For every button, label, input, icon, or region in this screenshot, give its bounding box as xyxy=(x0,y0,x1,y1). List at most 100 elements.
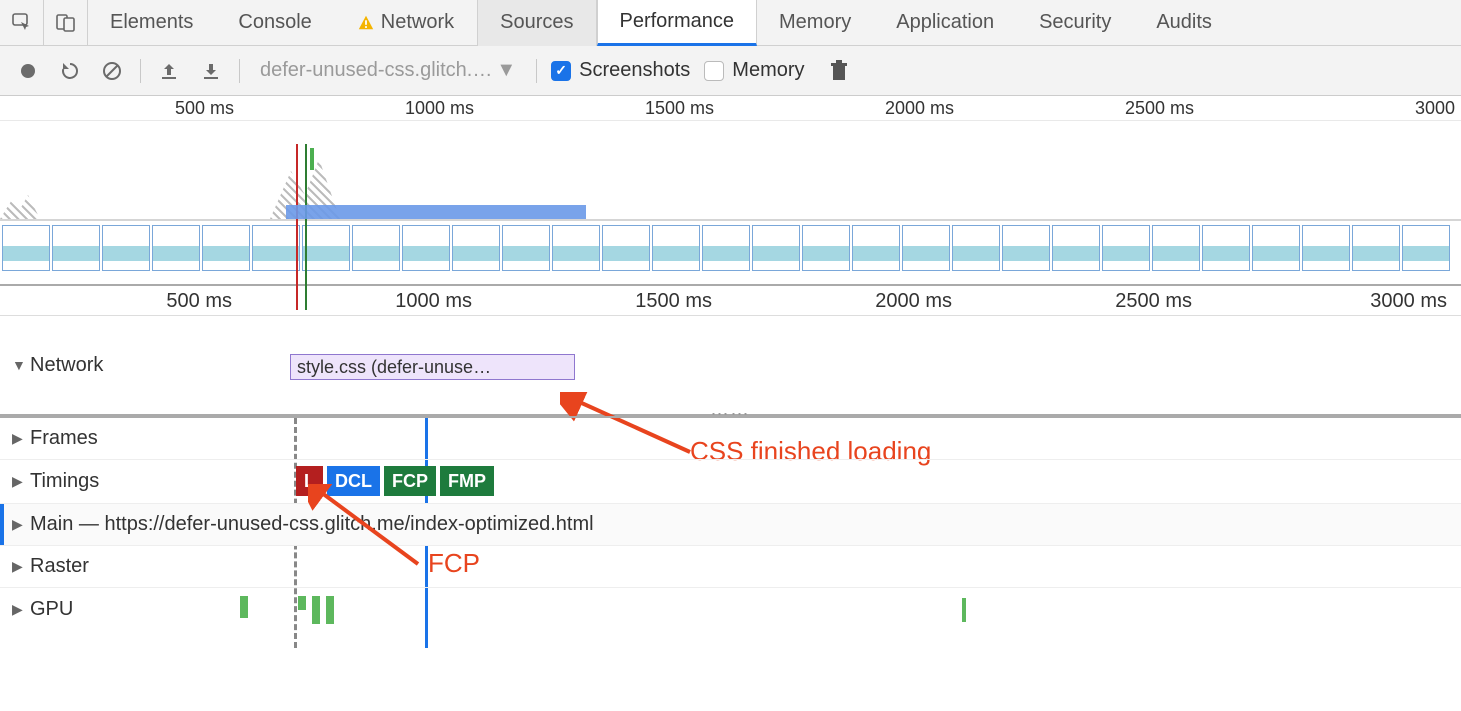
record-button[interactable] xyxy=(14,57,42,85)
gpu-lane[interactable]: ▶ GPU xyxy=(0,588,1461,630)
tab-security[interactable]: Security xyxy=(1017,0,1134,46)
ruler-tick: 2000 ms xyxy=(875,290,960,313)
tab-elements[interactable]: Elements xyxy=(88,0,216,46)
performance-toolbar: defer-unused-css.glitch.… ▼ ✓ Screenshot… xyxy=(0,46,1461,96)
cpu-activity xyxy=(0,195,40,219)
profile-select[interactable]: defer-unused-css.glitch.… ▼ xyxy=(254,59,522,82)
screenshot-thumb[interactable] xyxy=(1302,225,1350,271)
screenshot-thumb[interactable] xyxy=(852,225,900,271)
tab-network[interactable]: Network xyxy=(335,0,477,46)
screenshot-thumb[interactable] xyxy=(1152,225,1200,271)
screenshot-thumb[interactable] xyxy=(702,225,750,271)
expand-icon[interactable]: ▶ xyxy=(12,558,30,575)
upload-profile-button[interactable] xyxy=(155,57,183,85)
tab-label: Security xyxy=(1039,11,1111,34)
screenshots-toggle[interactable]: ✓ Screenshots xyxy=(551,59,690,82)
cpu-overview-lane xyxy=(0,120,1461,220)
selection-range[interactable] xyxy=(286,205,586,219)
lane-label: GPU xyxy=(30,598,73,621)
tab-label: Application xyxy=(896,11,994,34)
timing-badge-fcp[interactable]: FCP xyxy=(384,466,436,496)
ruler-tick: 2000 ms xyxy=(885,98,960,119)
screenshot-thumb[interactable] xyxy=(152,225,200,271)
ruler-tick: 1500 ms xyxy=(645,98,720,119)
network-request-label: style.css (defer-unuse… xyxy=(297,357,491,378)
screenshot-thumb[interactable] xyxy=(1102,225,1150,271)
tab-label: Sources xyxy=(500,11,573,34)
frames-lane[interactable]: ▶ Frames xyxy=(0,418,1461,460)
screenshot-thumb[interactable] xyxy=(402,225,450,271)
screenshot-thumb[interactable] xyxy=(902,225,950,271)
timing-badges: L DCL FCP FMP xyxy=(296,466,494,496)
expand-icon[interactable]: ▶ xyxy=(12,516,30,533)
reload-record-button[interactable] xyxy=(56,57,84,85)
inspect-element-icon[interactable] xyxy=(0,0,44,46)
screenshot-thumb[interactable] xyxy=(952,225,1000,271)
lane-label: Main — https://defer-unused-css.glitch.m… xyxy=(30,513,594,536)
screenshot-thumb[interactable] xyxy=(1402,225,1450,271)
screenshot-thumb[interactable] xyxy=(552,225,600,271)
warning-icon xyxy=(357,14,375,32)
timing-badge-dcl[interactable]: DCL xyxy=(327,466,380,496)
screenshot-thumb[interactable] xyxy=(1352,225,1400,271)
garbage-collect-button[interactable] xyxy=(825,57,853,85)
tab-label: Audits xyxy=(1156,11,1212,34)
timing-badge-fmp[interactable]: FMP xyxy=(440,466,494,496)
lane-label: Network xyxy=(30,354,103,377)
screenshot-thumb[interactable] xyxy=(452,225,500,271)
screenshot-thumb[interactable] xyxy=(602,225,650,271)
screenshot-thumb[interactable] xyxy=(2,225,50,271)
expand-icon[interactable]: ▶ xyxy=(12,473,30,490)
screenshot-thumb[interactable] xyxy=(302,225,350,271)
tab-console[interactable]: Console xyxy=(216,0,334,46)
screenshot-thumb[interactable] xyxy=(202,225,250,271)
ruler-tick: 1000 ms xyxy=(395,290,480,313)
main-thread-lane[interactable]: ▶ Main — https://defer-unused-css.glitch… xyxy=(0,504,1461,546)
raster-lane[interactable]: ▶ Raster xyxy=(0,546,1461,588)
timing-badge-load[interactable]: L xyxy=(296,466,323,496)
request-wait-bar xyxy=(290,355,291,380)
clear-button[interactable] xyxy=(98,57,126,85)
tab-performance[interactable]: Performance xyxy=(597,0,758,46)
collapse-icon[interactable]: ▼ xyxy=(12,357,30,373)
screenshot-thumb[interactable] xyxy=(1002,225,1050,271)
gpu-activity-bar xyxy=(962,598,966,622)
tab-application[interactable]: Application xyxy=(874,0,1017,46)
ruler-tick: 3000 xyxy=(1415,98,1455,119)
screenshot-thumb[interactable] xyxy=(102,225,150,271)
tab-label: Performance xyxy=(620,10,735,33)
tab-audits[interactable]: Audits xyxy=(1134,0,1235,46)
screenshot-thumb[interactable] xyxy=(652,225,700,271)
expand-icon[interactable]: ▶ xyxy=(12,601,30,618)
ruler-tick: 3000 ms xyxy=(1370,290,1455,313)
tab-memory[interactable]: Memory xyxy=(757,0,874,46)
screenshot-thumb[interactable] xyxy=(802,225,850,271)
screenshot-thumb[interactable] xyxy=(1052,225,1100,271)
screenshot-thumb[interactable] xyxy=(352,225,400,271)
screenshot-thumb[interactable] xyxy=(1252,225,1300,271)
separator xyxy=(140,59,141,83)
lane-label: Timings xyxy=(30,470,99,493)
screenshot-thumb[interactable] xyxy=(752,225,800,271)
device-toggle-icon[interactable] xyxy=(44,0,88,46)
tab-sources[interactable]: Sources xyxy=(477,0,596,46)
gpu-activity-bars xyxy=(240,596,334,624)
ruler-tick: 1500 ms xyxy=(635,290,720,313)
memory-label: Memory xyxy=(732,59,804,82)
screenshot-thumb[interactable] xyxy=(52,225,100,271)
network-lane[interactable]: ▼ Network style.css (defer-unuse… xyxy=(0,316,1461,416)
memory-toggle[interactable]: Memory xyxy=(704,59,804,82)
screenshot-thumb[interactable] xyxy=(252,225,300,271)
network-request-item[interactable]: style.css (defer-unuse… xyxy=(290,354,575,380)
detail-ruler: 500 ms 1000 ms 1500 ms 2000 ms 2500 ms 3… xyxy=(0,286,1461,316)
checkbox-unchecked-icon xyxy=(704,61,724,81)
screenshot-thumb[interactable] xyxy=(1202,225,1250,271)
timeline-detail: 500 ms 1000 ms 1500 ms 2000 ms 2500 ms 3… xyxy=(0,286,1461,416)
download-profile-button[interactable] xyxy=(197,57,225,85)
timings-lane[interactable]: ▶ Timings L DCL FCP FMP xyxy=(0,460,1461,504)
screenshot-strip[interactable] xyxy=(0,220,1461,276)
expand-icon[interactable]: ▶ xyxy=(12,430,30,447)
ruler-tick: 1000 ms xyxy=(405,98,480,119)
screenshot-thumb[interactable] xyxy=(502,225,550,271)
timeline-overview[interactable]: 500 ms 1000 ms 1500 ms 2000 ms 2500 ms 3… xyxy=(0,96,1461,286)
